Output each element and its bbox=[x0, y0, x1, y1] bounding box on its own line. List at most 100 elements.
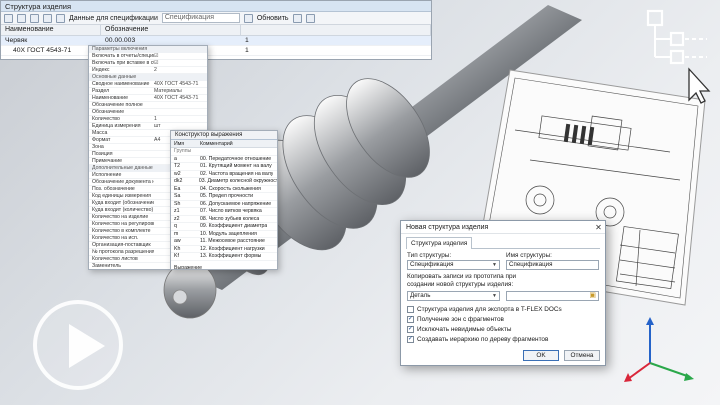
dialog-title: Новая структура изделия bbox=[406, 224, 489, 231]
add-icon[interactable] bbox=[292, 13, 302, 23]
expression-row[interactable]: w2 02. Частота вращения на валу bbox=[171, 171, 277, 178]
expression-comment: 04. Скорость скольжения bbox=[200, 185, 261, 192]
expression-comment: 13. Коэффициент формы bbox=[200, 253, 262, 259]
expression-row[interactable]: m 10. Модуль зацепления bbox=[171, 231, 277, 238]
expression-row[interactable]: a 00. Передаточное отношение bbox=[171, 155, 277, 163]
structure-type-select[interactable]: Спецификация ▼ bbox=[407, 260, 500, 270]
property-key: Раздел bbox=[92, 88, 110, 94]
data-button-icon[interactable] bbox=[56, 13, 65, 23]
cancel-button[interactable]: Отмена bbox=[564, 350, 600, 361]
expression-row[interactable]: Kh 12. Коэффициент нагрузки bbox=[171, 246, 277, 253]
expression-row[interactable]: z2 08. Число зубьев колеса bbox=[171, 216, 277, 223]
property-value[interactable]: шт bbox=[154, 123, 204, 129]
prototype-path-field[interactable]: ▣ bbox=[506, 291, 599, 301]
property-row[interactable]: Сводное наименование 40Х ГОСТ 4543-71 bbox=[89, 81, 207, 88]
structure-name-field[interactable]: Спецификация bbox=[506, 260, 599, 270]
property-key: Примечание bbox=[92, 158, 123, 164]
property-row[interactable]: Единица измерения шт bbox=[89, 123, 207, 130]
expression-column-header[interactable]: Комментарий bbox=[197, 140, 233, 147]
checkbox[interactable]: ✓ bbox=[407, 325, 414, 333]
option-zones[interactable]: ✓ Получение зон с фрагментов bbox=[407, 314, 599, 324]
expression-row[interactable]: Ea 04. Скорость скольжения bbox=[171, 185, 277, 193]
data-for-spec-dropdown[interactable]: Данные для спецификации bbox=[69, 15, 158, 22]
expression-row[interactable]: Т2 01. Крутящий момент на валу bbox=[171, 163, 277, 171]
property-value[interactable]: 1 bbox=[154, 116, 204, 122]
property-value[interactable]: Материалы bbox=[154, 88, 204, 94]
prototype-select[interactable]: Деталь ▼ bbox=[407, 291, 500, 301]
close-icon[interactable]: ✕ bbox=[592, 221, 605, 233]
property-row[interactable]: Обозначение полное bbox=[89, 102, 207, 109]
spec-field[interactable]: Спецификация bbox=[161, 13, 240, 23]
property-value[interactable]: 40Х ГОСТ 4543-71 bbox=[154, 81, 204, 87]
shaft-center-hole bbox=[172, 289, 188, 305]
folder-icon[interactable]: ▣ bbox=[589, 292, 596, 300]
settings-icon[interactable] bbox=[305, 13, 315, 23]
coordinate-axes-icon bbox=[624, 317, 694, 382]
prototype-value: Деталь bbox=[410, 292, 431, 299]
ok-button[interactable]: OK bbox=[523, 350, 559, 361]
update-button[interactable]: Обновить bbox=[257, 15, 289, 22]
property-row[interactable]: Наименование 40Х ГОСТ 4543-71 bbox=[89, 95, 207, 102]
expression-column-header[interactable]: Имя bbox=[171, 140, 197, 147]
copy-label: Копировать записи из прототипа при созда… bbox=[407, 273, 517, 288]
checkbox[interactable]: ✓ bbox=[407, 315, 414, 323]
play-icon[interactable] bbox=[33, 300, 123, 390]
columns-button[interactable] bbox=[43, 13, 52, 23]
table-row[interactable]: 40Х ГОСТ 4543-71 1 bbox=[1, 46, 431, 56]
structure-window-titlebar: Структура изделия bbox=[1, 1, 431, 12]
row-name: Червяк bbox=[5, 37, 28, 44]
expression-footer-label: Выражение bbox=[174, 264, 202, 270]
row-name: 40Х ГОСТ 4543-71 bbox=[13, 47, 72, 54]
option-label: Создавать иерархию по дереву фрагментов bbox=[417, 335, 549, 343]
property-key: Включать в отчеты/спецификацию текущего … bbox=[92, 53, 154, 59]
table-row[interactable]: Червяк 00.00.003 1 bbox=[1, 36, 431, 46]
expression-row[interactable]: q 09. Коэффициент диаметра bbox=[171, 223, 277, 231]
property-row[interactable]: Обозначение bbox=[89, 109, 207, 116]
property-row[interactable]: Включать в отчеты/спецификацию текущего … bbox=[89, 53, 207, 60]
tab-structure[interactable]: Структура изделия bbox=[406, 237, 473, 249]
property-row[interactable]: Индекс 2 bbox=[89, 67, 207, 74]
checkbox[interactable] bbox=[407, 305, 414, 313]
expression-row[interactable]: Sh 06. Допускаемое напряжение bbox=[171, 201, 277, 208]
window-title: Структура изделия bbox=[5, 1, 72, 11]
play-triangle bbox=[69, 324, 105, 368]
expression-name: dk2 bbox=[174, 178, 183, 184]
list-button[interactable] bbox=[30, 13, 39, 23]
expression-row[interactable]: Sa 05. Предел прочности bbox=[171, 193, 277, 201]
expression-comment: 00. Передаточное отношение bbox=[200, 155, 272, 162]
option-export-docs[interactable]: Структура изделия для экспорта в T-FLEX … bbox=[407, 304, 599, 314]
expression-filter[interactable]: Группы bbox=[171, 148, 277, 156]
expression-row[interactable]: aw 11. Межосевое расстояние bbox=[171, 238, 277, 246]
expression-row[interactable]: Kf 13. Коэффициент формы bbox=[171, 253, 277, 261]
property-key: Обозначение документа на поставку bbox=[92, 179, 154, 185]
structure-type-value: Спецификация bbox=[410, 261, 454, 268]
dialog-titlebar: Новая структура изделия ✕ bbox=[401, 221, 605, 234]
property-key: Поз. обозначение bbox=[92, 186, 135, 192]
property-value[interactable] bbox=[154, 109, 204, 115]
col-extra-header bbox=[241, 25, 431, 35]
property-section-header[interactable]: Параметры включения bbox=[89, 46, 207, 53]
property-value[interactable]: 40Х ГОСТ 4543-71 bbox=[154, 95, 204, 101]
property-row[interactable]: Раздел Материалы bbox=[89, 88, 207, 95]
property-section-header[interactable]: Основные данные bbox=[89, 74, 207, 81]
property-value[interactable]: ☑ bbox=[154, 53, 204, 59]
option-exclude-invisible[interactable]: ✓ Исключать невидимые объекты bbox=[407, 324, 599, 334]
property-key: Включать при вставке в сборку bbox=[92, 60, 154, 66]
expression-grid-header: Имя Комментарий bbox=[171, 140, 277, 148]
col-designation-header[interactable]: Обозначение bbox=[101, 25, 241, 35]
tree-button[interactable] bbox=[17, 13, 26, 23]
property-value[interactable]: 2 bbox=[154, 67, 204, 73]
col-name-header[interactable]: Наименование bbox=[1, 25, 101, 35]
property-value[interactable]: ☑ bbox=[154, 60, 204, 66]
refresh-icon[interactable] bbox=[243, 13, 253, 23]
property-value[interactable] bbox=[154, 102, 204, 108]
checkbox[interactable]: ✓ bbox=[407, 335, 414, 343]
option-label: Получение зон с фрагментов bbox=[417, 315, 504, 323]
property-key: Исполнение bbox=[92, 172, 122, 178]
property-row[interactable]: Количество 1 bbox=[89, 116, 207, 123]
option-hierarchy[interactable]: ✓ Создавать иерархию по дереву фрагменто… bbox=[407, 334, 599, 344]
expression-row[interactable]: z1 07. Число витков червяка bbox=[171, 208, 277, 216]
filter-button[interactable] bbox=[4, 13, 13, 23]
property-row[interactable]: Включать при вставке в сборку☑ bbox=[89, 60, 207, 67]
expression-row[interactable]: dk2 03. Диаметр колесной окружности bbox=[171, 178, 277, 186]
